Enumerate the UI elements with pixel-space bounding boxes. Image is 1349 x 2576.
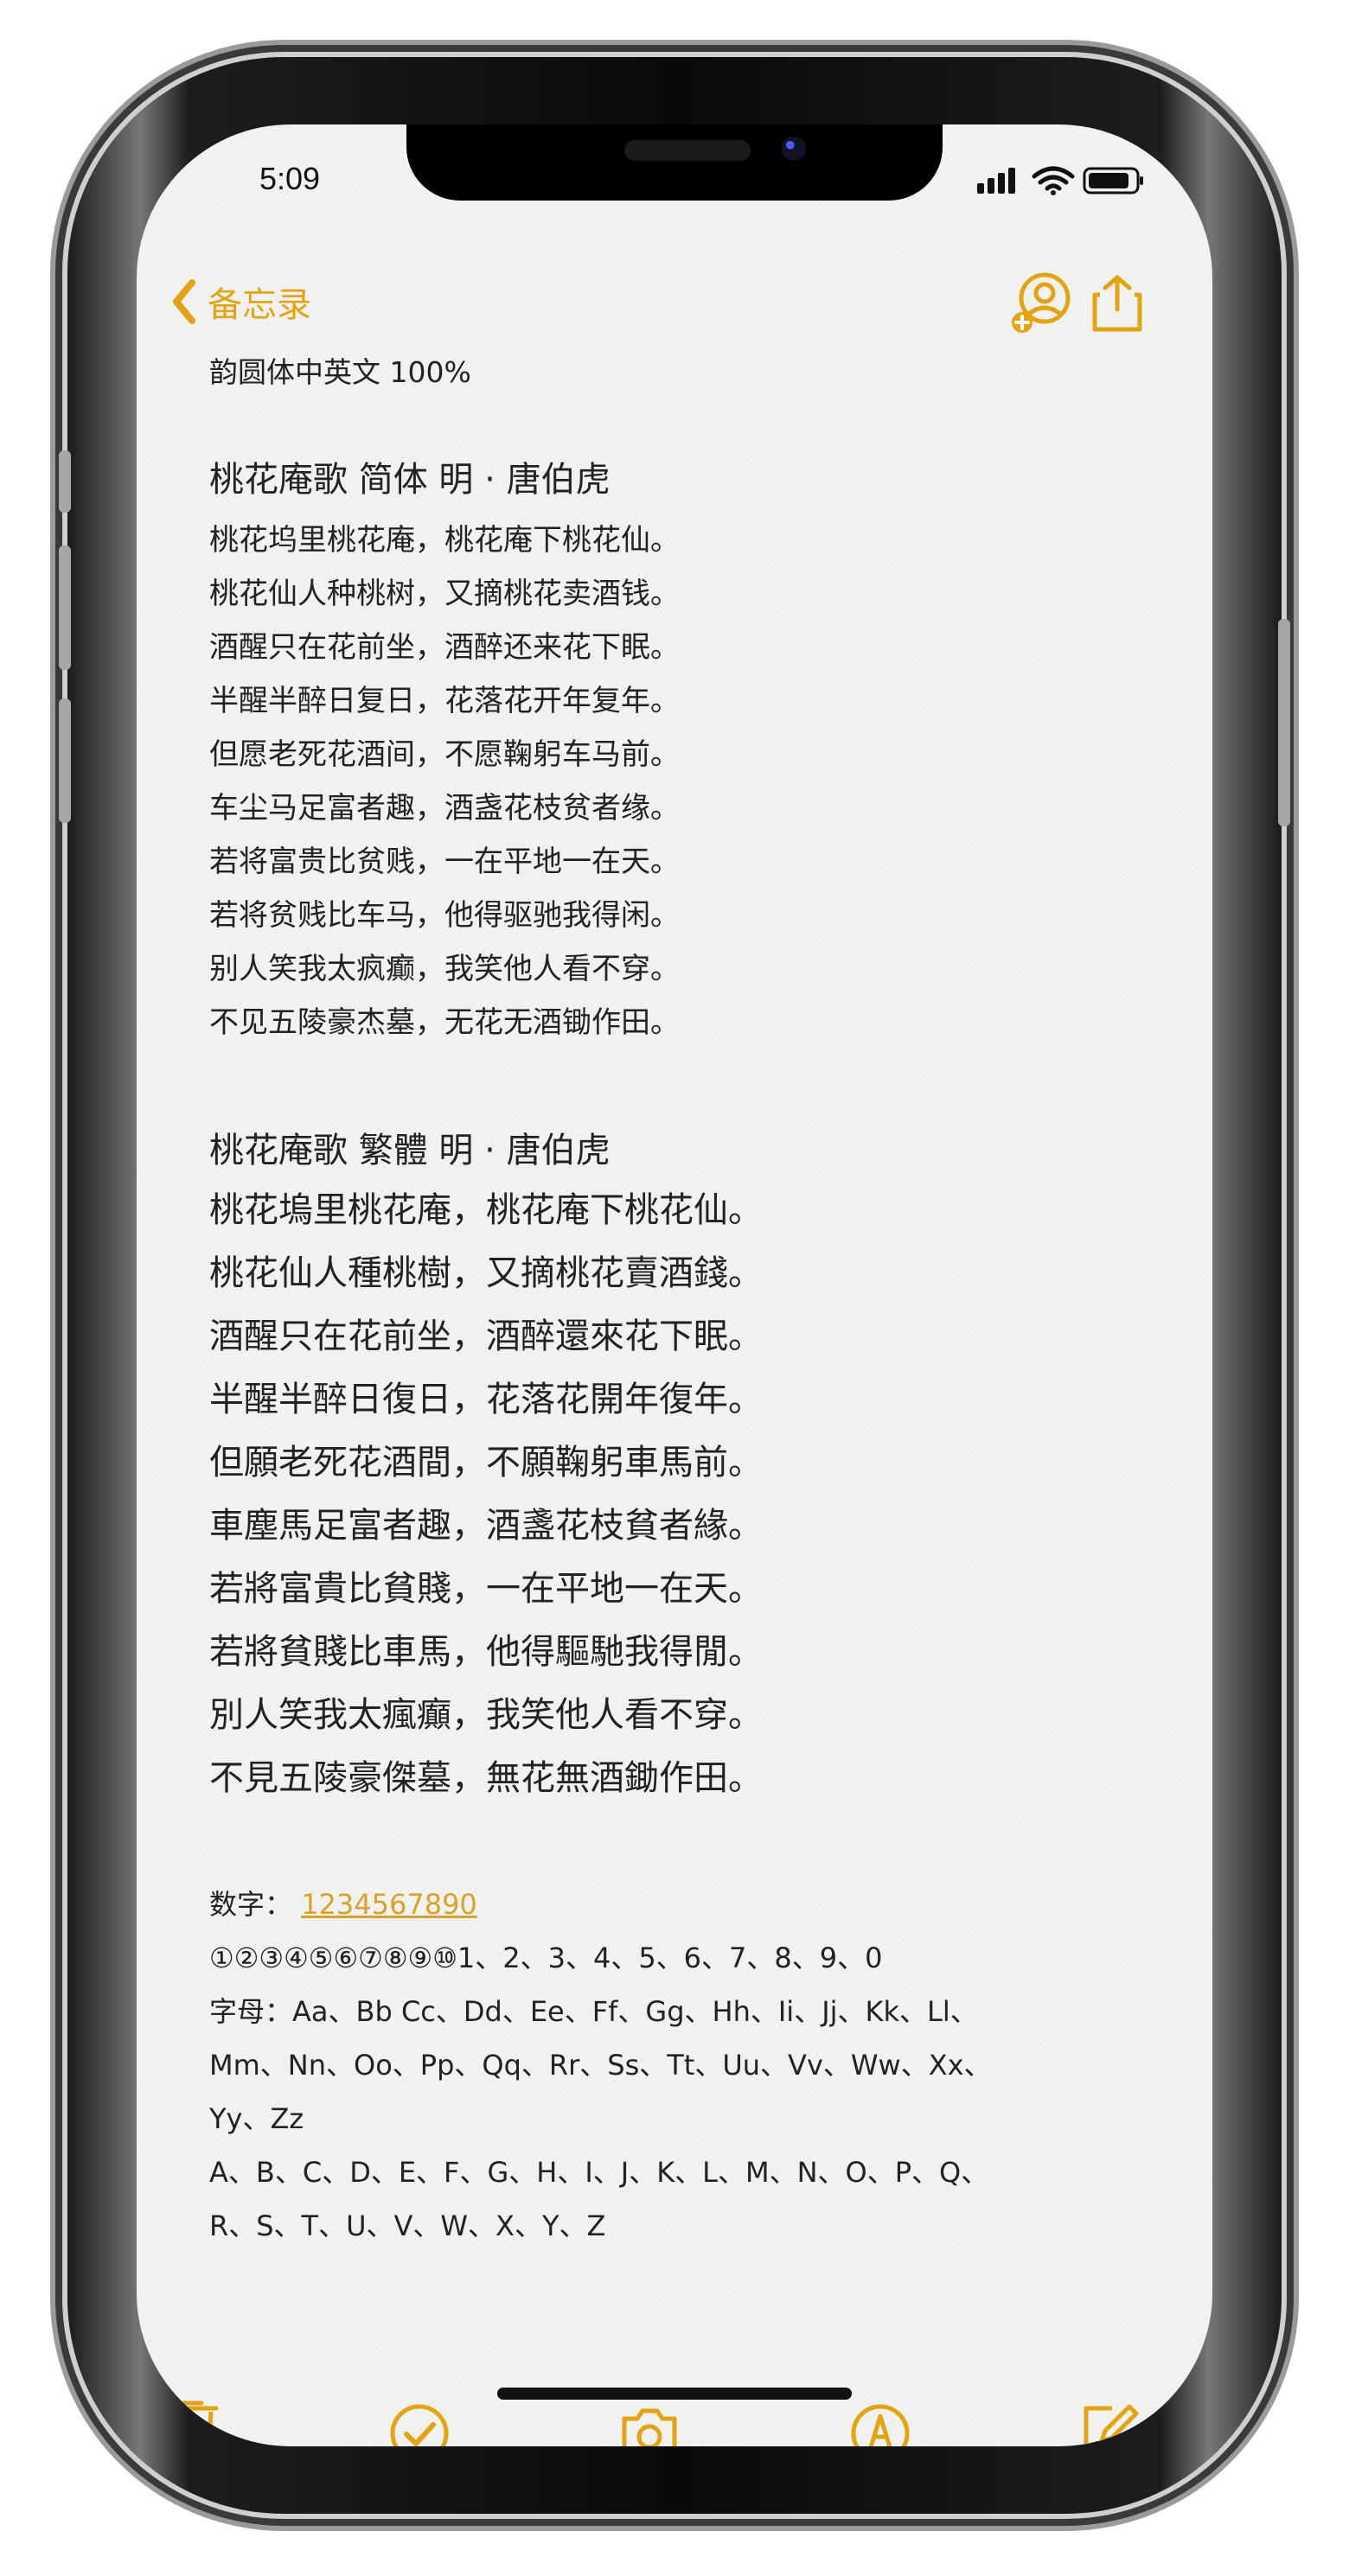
- traditional-line: 酒醒只在花前坐，酒醉還來花下眠。: [209, 1317, 763, 1356]
- traditional-line: 別人笑我太瘋癲，我笑他人看不穿。: [209, 1695, 763, 1735]
- check-circle-icon: [390, 2404, 449, 2446]
- simplified-line: 别人笑我太疯癫，我笑他人看不穿。: [209, 952, 680, 986]
- simplified-line: 半醒半醉日复日，花落花开年复年。: [209, 684, 680, 718]
- bottom-toolbar: [137, 2394, 1212, 2446]
- status-icons: [977, 159, 1150, 206]
- volume-down-button: [59, 698, 71, 823]
- compose-button[interactable]: [1071, 2394, 1148, 2446]
- share-button[interactable]: [1086, 272, 1148, 335]
- simplified-line: 桃花坞里桃花庵，桃花庵下桃花仙。: [209, 523, 680, 558]
- letters-line: Mm、Nn、Oo、Pp、Qq、Rr、Ss、Tt、Uu、Vv、Ww、Xx、: [209, 2049, 992, 2082]
- back-label: 备忘录: [208, 285, 311, 325]
- simplified-poem: 桃花坞里桃花庵，桃花庵下桃花仙。 桃花仙人种桃树，又摘桃花卖酒钱。 酒醒只在花前…: [209, 513, 1143, 1049]
- traditional-line: 半醒半醉日復日，花落花開年復年。: [209, 1380, 763, 1419]
- mute-switch: [59, 450, 71, 513]
- phone-screen: 5:09 备忘录 韵圆体中英文 100% 桃花庵歌 简体 明 · 唐伯虎 桃花坞…: [137, 124, 1212, 2446]
- power-button: [1278, 619, 1290, 826]
- checklist-button[interactable]: [380, 2394, 458, 2446]
- delete-button[interactable]: [152, 2394, 230, 2446]
- traditional-line: 不見五陵豪傑墓，無花無酒鋤作田。: [209, 1758, 763, 1798]
- wifi-icon: [1032, 166, 1075, 195]
- status-time: 5:09: [259, 161, 321, 196]
- capitals-line: A、B、C、D、E、F、G、H、I、J、K、L、M、N、O、P、Q、: [209, 2156, 989, 2189]
- home-indicator: [497, 2388, 852, 2400]
- simplified-line: 酒醒只在花前坐，酒醉还来花下眠。: [209, 630, 680, 665]
- simplified-line: 不见五陵豪杰墓，无花无酒锄作田。: [209, 1005, 680, 1040]
- simplified-line: 车尘马足富者趣，酒盏花枝贫者缘。: [209, 791, 680, 826]
- traditional-line: 若將富貴比貧賤，一在平地一在天。: [209, 1569, 763, 1609]
- status-bar-icons: [977, 166, 1143, 195]
- traditional-title: 桃花庵歌 繁體 明 · 唐伯虎: [209, 1131, 611, 1170]
- camera-button[interactable]: [611, 2394, 688, 2446]
- signal-icon: [977, 168, 1015, 194]
- markup-icon: [851, 2404, 910, 2446]
- numbers-link[interactable]: 1234567890: [301, 1888, 477, 1921]
- add-person-button[interactable]: [1010, 272, 1072, 335]
- compose-icon: [1084, 2404, 1139, 2446]
- markup-button[interactable]: [841, 2394, 919, 2446]
- share-icon: [1092, 275, 1142, 332]
- circled-numbers: ①②③④⑤⑥⑦⑧⑨⑩1、2、3、4、5、6、7、8、9、0: [209, 1942, 883, 1974]
- traditional-line: 但願老死花酒間，不願鞠躬車馬前。: [209, 1443, 763, 1482]
- note-content[interactable]: 韵圆体中英文 100% 桃花庵歌 简体 明 · 唐伯虎 桃花坞里桃花庵，桃花庵下…: [209, 349, 1143, 2253]
- speaker: [624, 140, 751, 161]
- letters-line: Yy、Zz: [209, 2102, 304, 2135]
- simplified-line: 若将贫贱比车马，他得驱驰我得闲。: [209, 898, 680, 933]
- traditional-line: 若將貧賤比車馬，他得驅馳我得閒。: [209, 1632, 763, 1672]
- navigation-bar: 备忘录: [137, 267, 1212, 336]
- numbers-label: 数字：: [209, 1888, 293, 1921]
- capitals-line: R、S、T、U、V、W、X、Y、Z: [209, 2209, 606, 2242]
- simplified-line: 桃花仙人种桃树，又摘桃花卖酒钱。: [209, 577, 680, 611]
- simplified-line: 若将富贵比贫贱，一在平地一在天。: [209, 845, 680, 879]
- numbers-row: 数字： 1234567890: [209, 1878, 1143, 1931]
- traditional-line: 車塵馬足富者趣，酒盞花枝貧者緣。: [209, 1506, 763, 1546]
- notch: [406, 124, 943, 201]
- volume-up-button: [59, 545, 71, 670]
- front-camera: [782, 137, 806, 161]
- traditional-line: 桃花仙人種桃樹，又摘桃花賣酒錢。: [209, 1253, 763, 1293]
- person-add-icon: [1012, 272, 1071, 333]
- letters-line: 字母：Aa、Bb Cc、Dd、Ee、Ff、Gg、Hh、Ii、Jj、Kk、Ll、: [209, 1995, 978, 2028]
- phone-frame: 5:09 备忘录 韵圆体中英文 100% 桃花庵歌 简体 明 · 唐伯虎 桃花坞…: [59, 57, 1290, 2514]
- camera-icon: [622, 2408, 677, 2446]
- battery-icon: [1083, 167, 1143, 194]
- font-meta: 韵圆体中英文 100%: [209, 355, 471, 389]
- traditional-poem: 桃花塢里桃花庵，桃花庵下桃花仙。 桃花仙人種桃樹，又摘桃花賣酒錢。 酒醒只在花前…: [209, 1179, 1143, 1810]
- simplified-title: 桃花庵歌 简体 明 · 唐伯虎: [209, 460, 611, 500]
- chevron-left-icon: [173, 279, 195, 324]
- back-button[interactable]: 备忘录: [169, 267, 311, 336]
- trash-icon: [163, 2401, 219, 2446]
- traditional-line: 桃花塢里桃花庵，桃花庵下桃花仙。: [209, 1190, 763, 1230]
- simplified-line: 但愿老死花酒间，不愿鞠躬车马前。: [209, 737, 680, 772]
